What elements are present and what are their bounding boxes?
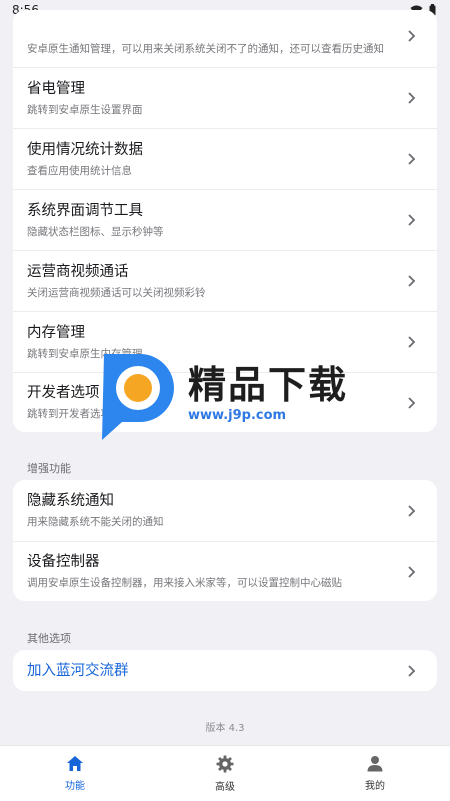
nav-item-advanced[interactable]: 高级 [150,746,300,801]
nav-label: 我的 [365,781,385,792]
other-card: 加入蓝河交流群 [13,650,437,691]
list-item-device-controller[interactable]: 设备控制器 调用安卓原生设备控制器，用来接入米家等，可以设置控制中心磁贴 [13,541,437,601]
chevron-right-icon [408,153,416,165]
join-group-link[interactable]: 加入蓝河交流群 [27,661,397,681]
version-label: 版本 4.3 [205,723,245,734]
bottom-nav: 功能 高级 我的 [0,745,450,801]
row-subtitle: 安卓原生通知管理，可以用来关闭系统关闭不了的通知，还可以查看历史通知 [27,43,384,55]
row-subtitle: 隐藏状态栏图标、显示秒钟等 [27,225,164,238]
row-title: 隐藏系统通知 [27,493,114,509]
chevron-right-icon [408,504,416,517]
row-title: 设备控制器 [27,554,100,570]
row-title: 内存管理 [27,324,85,341]
chevron-right-icon [408,30,416,42]
nav-label: 高级 [215,781,235,793]
home-icon [67,756,83,771]
nav-label: 功能 [65,781,85,792]
chevron-right-icon [408,214,416,226]
chevron-right-icon [408,275,416,287]
list-item-usage-stats[interactable]: 使用情况统计数据 查看应用使用统计信息 [13,128,437,189]
row-subtitle: 查看应用使用统计信息 [27,164,132,177]
gear-icon [216,755,234,772]
list-item-notification-management[interactable]: 安卓原生通知管理，可以用来关闭系统关闭不了的通知，还可以查看历史通知 [13,10,437,67]
watermark-logo: 精品下载 www.j9p.com [96,348,366,440]
person-icon [367,756,383,772]
enhance-card: 隐藏系统通知 用来隐藏系统不能关闭的通知 设备控制器 调用安卓原生设备控制器，用… [13,480,437,601]
row-subtitle: 关闭运营商视频通话可以关闭视频彩铃 [27,286,206,299]
list-item-hide-system-notifications[interactable]: 隐藏系统通知 用来隐藏系统不能关闭的通知 [13,480,437,541]
row-title: 使用情况统计数据 [27,141,143,158]
nav-item-features[interactable]: 功能 [0,746,150,801]
row-subtitle: 用来隐藏系统不能关闭的通知 [27,516,164,528]
row-title: 系统界面调节工具 [27,202,143,219]
list-item-system-ui-tuner[interactable]: 系统界面调节工具 隐藏状态栏图标、显示秒钟等 [13,189,437,250]
chevron-right-icon [408,92,416,104]
watermark-brand: 精品下载 [188,363,349,407]
row-subtitle: 调用安卓原生设备控制器，用来接入米家等，可以设置控制中心磁贴 [27,577,342,589]
watermark-url: www.j9p.com [188,408,287,423]
nav-item-me[interactable]: 我的 [300,746,450,801]
chevron-right-icon [408,664,416,677]
list-item-battery-management[interactable]: 省电管理 跳转到安卓原生设置界面 [13,67,437,128]
chevron-right-icon [408,336,416,348]
section-label-other: 其他选项 [27,632,71,645]
list-item-carrier-video-call[interactable]: 运营商视频通话 关闭运营商视频通话可以关闭视频彩铃 [13,250,437,311]
row-subtitle: 跳转到安卓原生设置界面 [27,103,143,116]
list-item-join-group[interactable]: 加入蓝河交流群 [13,650,437,691]
watermark-p-icon [102,354,174,440]
chevron-right-icon [408,396,416,409]
row-title: 运营商视频通话 [27,263,129,280]
section-label-enhance: 增强功能 [27,462,71,475]
chevron-right-icon [408,565,416,578]
row-title: 省电管理 [27,80,85,97]
